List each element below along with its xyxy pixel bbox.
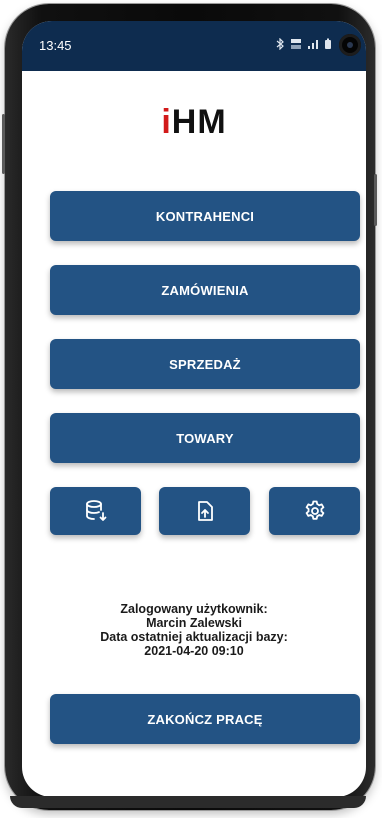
bluetooth-icon [276,38,284,50]
front-camera [339,34,361,56]
ihm-logo: iHM [161,103,227,141]
settings-button[interactable] [269,487,360,535]
kontrahenci-button[interactable]: KONTRAHENCI [50,191,360,241]
power-button [374,174,377,226]
logged-user-label: Zalogowany użytkownik: [120,602,268,616]
last-update-date: 2021-04-20 09:10 [144,644,244,658]
user-info: Zalogowany użytkownik: Marcin Zalewski D… [22,602,366,658]
phone-frame: 13:45 iHM KONTRAHENCI ZAMÓWIENIA SPRZEDA… [2,4,377,810]
volume-button [2,114,5,174]
lte-icon [291,39,301,49]
towary-button[interactable]: TOWARY [50,413,360,463]
zamowienia-button[interactable]: ZAMÓWIENIA [50,265,360,315]
sprzedaz-button[interactable]: SPRZEDAŻ [50,339,360,389]
database-download-icon [85,500,106,521]
signal-icon [308,40,318,49]
status-time: 13:45 [39,38,72,53]
user-name: Marcin Zalewski [146,616,242,630]
phone-bottom-bezel [10,796,366,808]
status-bar: 13:45 [22,21,366,71]
last-update-label: Data ostatniej aktualizacji bazy: [100,630,288,644]
file-upload-icon [197,501,213,521]
zakoncz-prace-button[interactable]: ZAKOŃCZ PRACĘ [50,694,360,744]
status-icons [276,38,332,50]
app-screen: 13:45 iHM KONTRAHENCI ZAMÓWIENIA SPRZEDA… [22,21,366,797]
battery-icon [325,38,331,49]
file-upload-button[interactable] [159,487,250,535]
database-download-button[interactable] [50,487,141,535]
settings-gear-icon [305,500,324,520]
